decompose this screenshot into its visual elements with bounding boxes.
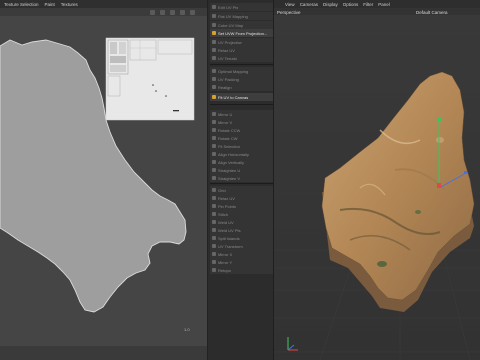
panel-divider (210, 183, 273, 184)
menu-filter[interactable]: Filter (363, 2, 373, 7)
command-icon (212, 160, 216, 164)
command-icon (212, 252, 216, 256)
command-icon (212, 188, 216, 192)
set-uvw-from-projection-button[interactable]: Set UVW From Projection... (210, 29, 273, 37)
menu-display[interactable]: Display (323, 2, 338, 7)
uv-command-button[interactable]: Split Islands (210, 234, 273, 242)
command-icon (212, 14, 216, 18)
command-icon (212, 5, 216, 9)
uv-command-button[interactable]: Mirror V (210, 118, 273, 126)
toolbar-icon-1[interactable] (150, 9, 155, 15)
command-icon (212, 112, 216, 116)
menu-view[interactable]: View (285, 2, 295, 7)
panel-divider (210, 104, 273, 105)
uv-command-button[interactable]: Mirror U (210, 110, 273, 118)
toolbar-icon-2[interactable] (160, 9, 165, 15)
command-icon (212, 23, 216, 27)
panel-divider (210, 64, 273, 65)
texture-preview (105, 37, 195, 121)
menu-panel[interactable]: Panel (378, 2, 390, 7)
uv-command-button[interactable]: UV Transform (210, 242, 273, 250)
menu-texture-selection[interactable]: Texture Selection (4, 2, 39, 7)
command-icon (212, 204, 216, 208)
uv-command-button[interactable]: Relax UV (210, 46, 273, 54)
uv-manager-panel: Edit UV Pts Flat UV Mapping Cube UV Map … (207, 0, 274, 360)
uv-command-button[interactable]: Mirror Y (210, 258, 273, 266)
uv-command-button[interactable]: Edit UV Pts (210, 3, 273, 11)
uv-command-button[interactable]: Cube UV Map (210, 21, 273, 29)
command-icon (212, 260, 216, 264)
menu-textures[interactable]: Textures (61, 2, 78, 7)
command-icon (212, 77, 216, 81)
command-icon (212, 236, 216, 240)
toolbar-icon-3[interactable] (170, 9, 175, 15)
command-icon (212, 244, 216, 248)
uv-command-button[interactable]: UV Projection (210, 38, 273, 46)
toolbar-icon-4[interactable] (180, 9, 185, 15)
command-icon (212, 48, 216, 52)
uv-command-button[interactable]: Mirror X (210, 250, 273, 258)
command-icon (212, 196, 216, 200)
command-icon (212, 144, 216, 148)
uv-command-button[interactable]: Flat UV Mapping (210, 12, 273, 20)
command-icon (212, 168, 216, 172)
fit-canvas-icon (212, 95, 216, 99)
toolbar-icon-5[interactable] (190, 9, 195, 15)
command-icon (212, 152, 216, 156)
uv-command-button[interactable]: Realign (210, 83, 273, 91)
uv-command-button[interactable]: Relax UV (210, 194, 273, 202)
uv-command-button[interactable]: Straighten V (210, 174, 273, 182)
uv-command-button[interactable]: UV Packing (210, 75, 273, 83)
command-icon (212, 268, 216, 272)
uv-canvas[interactable] (0, 16, 207, 346)
uv-editor-menubar: Texture Selection Paint Textures (0, 0, 207, 8)
command-icon (212, 128, 216, 132)
command-icon (212, 176, 216, 180)
uv-editor-statusbar (0, 346, 207, 360)
uv-coordinate-label: 1.0 (184, 327, 190, 332)
command-icon (212, 40, 216, 44)
command-icon (212, 85, 216, 89)
uv-editor-toolbar (0, 8, 207, 16)
fit-uv-to-canvas-button[interactable]: Fit UV to Canvas (210, 93, 273, 101)
uv-command-button[interactable]: UV Terrain (210, 54, 273, 62)
viewport-canvas[interactable] (274, 15, 480, 360)
command-icon (212, 220, 216, 224)
uv-command-button[interactable]: Align Horizontally (210, 150, 273, 158)
command-icon (212, 69, 216, 73)
uv-command-button[interactable]: Stitch (210, 210, 273, 218)
uv-command-button[interactable]: Rotate CW (210, 134, 273, 142)
viewport-header (274, 8, 480, 15)
uv-command-button[interactable]: Retopo (210, 266, 273, 274)
command-icon (212, 212, 216, 216)
command-icon (212, 228, 216, 232)
menu-paint[interactable]: Paint (45, 2, 55, 7)
uv-command-button[interactable]: Weld UV Pts (210, 226, 273, 234)
projection-icon (212, 31, 216, 35)
uv-command-button[interactable]: Pin Points (210, 202, 273, 210)
command-icon (212, 136, 216, 140)
uv-command-button[interactable]: Optimal Mapping (210, 67, 273, 75)
menu-options[interactable]: Options (343, 2, 359, 7)
command-icon (212, 56, 216, 60)
uv-command-button[interactable]: Straighten U (210, 166, 273, 174)
uv-command-button[interactable]: Align Vertically (210, 158, 273, 166)
uv-command-button[interactable]: Fit Selection (210, 142, 273, 150)
uv-command-button[interactable]: Rotate CCW (210, 126, 273, 134)
uv-command-button[interactable]: Weld UV (210, 218, 273, 226)
uv-command-button[interactable]: Grid (210, 186, 273, 194)
viewport-menubar: View Cameras Display Options Filter Pane… (274, 0, 480, 8)
menu-cameras[interactable]: Cameras (300, 2, 318, 7)
command-icon (212, 120, 216, 124)
